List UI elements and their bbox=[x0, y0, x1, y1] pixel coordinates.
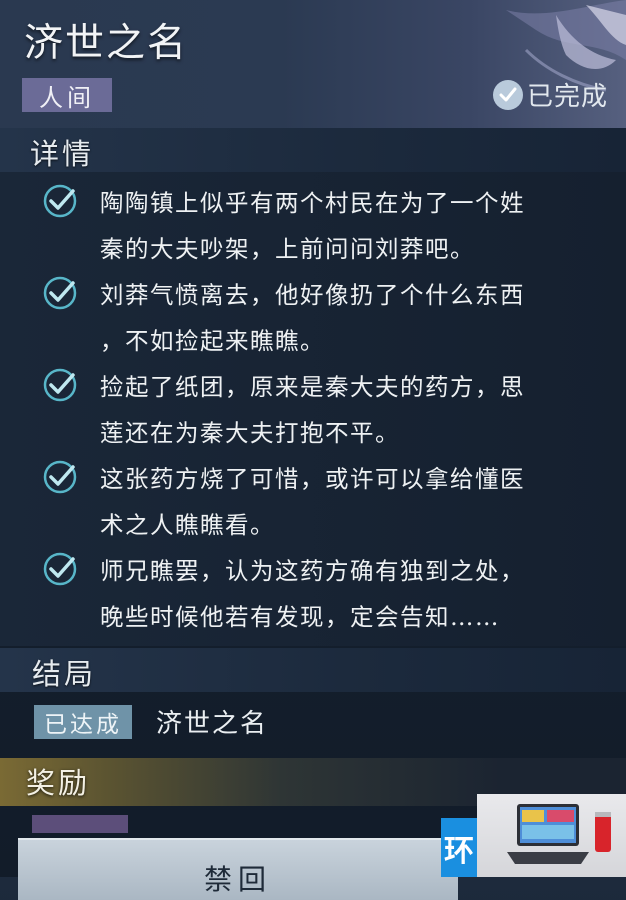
step-line: ，不如捡起来瞧瞧。 bbox=[100, 327, 325, 355]
ending-status-badge: 已达成 bbox=[34, 705, 132, 739]
reward-heading: 奖励 bbox=[26, 766, 91, 800]
quest-step: 捡起了纸团，原来是秦大夫的药方，思 莲还在为秦大夫打抱不平。 bbox=[40, 364, 610, 456]
ending-name: 济世之名 bbox=[156, 709, 269, 739]
site-watermark-logo: 环 bbox=[441, 818, 477, 877]
laptop-and-can-image bbox=[507, 804, 611, 864]
quest-step: 刘莽气愤离去，他好像扔了个什么东西 ，不如捡起来瞧瞧。 bbox=[40, 272, 610, 364]
check-icon bbox=[40, 551, 80, 587]
step-line: 术之人瞧瞧看。 bbox=[100, 511, 275, 539]
ending-heading: 结局 bbox=[32, 657, 97, 691]
step-line: 捡起了纸团，原来是秦大夫的药方，思 bbox=[100, 373, 525, 401]
quest-step: 这张药方烧了可惜，或许可以拿给懂医 术之人瞧瞧看。 bbox=[40, 456, 610, 548]
return-button-label: 禁回 bbox=[203, 863, 272, 896]
step-line: 秦的大夫吵架，上前问问刘莽吧。 bbox=[100, 235, 475, 263]
watermark-text: 环 bbox=[444, 833, 474, 869]
checkmark-circle-icon bbox=[492, 79, 523, 110]
quest-step: 师兄瞧罢，认为这药方确有独到之处， 晚些时候他若有发现，定会告知…… bbox=[40, 548, 610, 640]
category-badge: 人间 bbox=[22, 78, 112, 112]
reward-item-slot[interactable] bbox=[32, 815, 128, 833]
step-line: 陶陶镇上似乎有两个村民在为了一个姓 bbox=[100, 189, 525, 217]
check-icon bbox=[40, 459, 80, 495]
step-line: 晚些时候他若有发现，定会告知…… bbox=[100, 603, 500, 631]
return-button[interactable]: 禁回 bbox=[18, 838, 458, 900]
step-line: 莲还在为秦大夫打抱不平。 bbox=[100, 419, 400, 447]
advertisement-thumbnail[interactable] bbox=[477, 794, 626, 877]
status-label: 已完成 bbox=[526, 82, 608, 112]
check-icon bbox=[40, 367, 80, 403]
details-heading: 详情 bbox=[30, 137, 95, 171]
step-line: 这张药方烧了可惜，或许可以拿给懂医 bbox=[100, 465, 525, 493]
quest-step: 陶陶镇上似乎有两个村民在为了一个姓 秦的大夫吵架，上前问问刘莽吧。 bbox=[40, 180, 610, 272]
check-icon bbox=[40, 275, 80, 311]
check-icon bbox=[40, 183, 80, 219]
step-line: 师兄瞧罢，认为这药方确有独到之处， bbox=[100, 557, 525, 585]
completion-status: 已完成 bbox=[492, 76, 608, 113]
quest-title: 济世之名 bbox=[24, 21, 189, 66]
step-line: 刘莽气愤离去，他好像扔了个什么东西 bbox=[100, 281, 525, 309]
